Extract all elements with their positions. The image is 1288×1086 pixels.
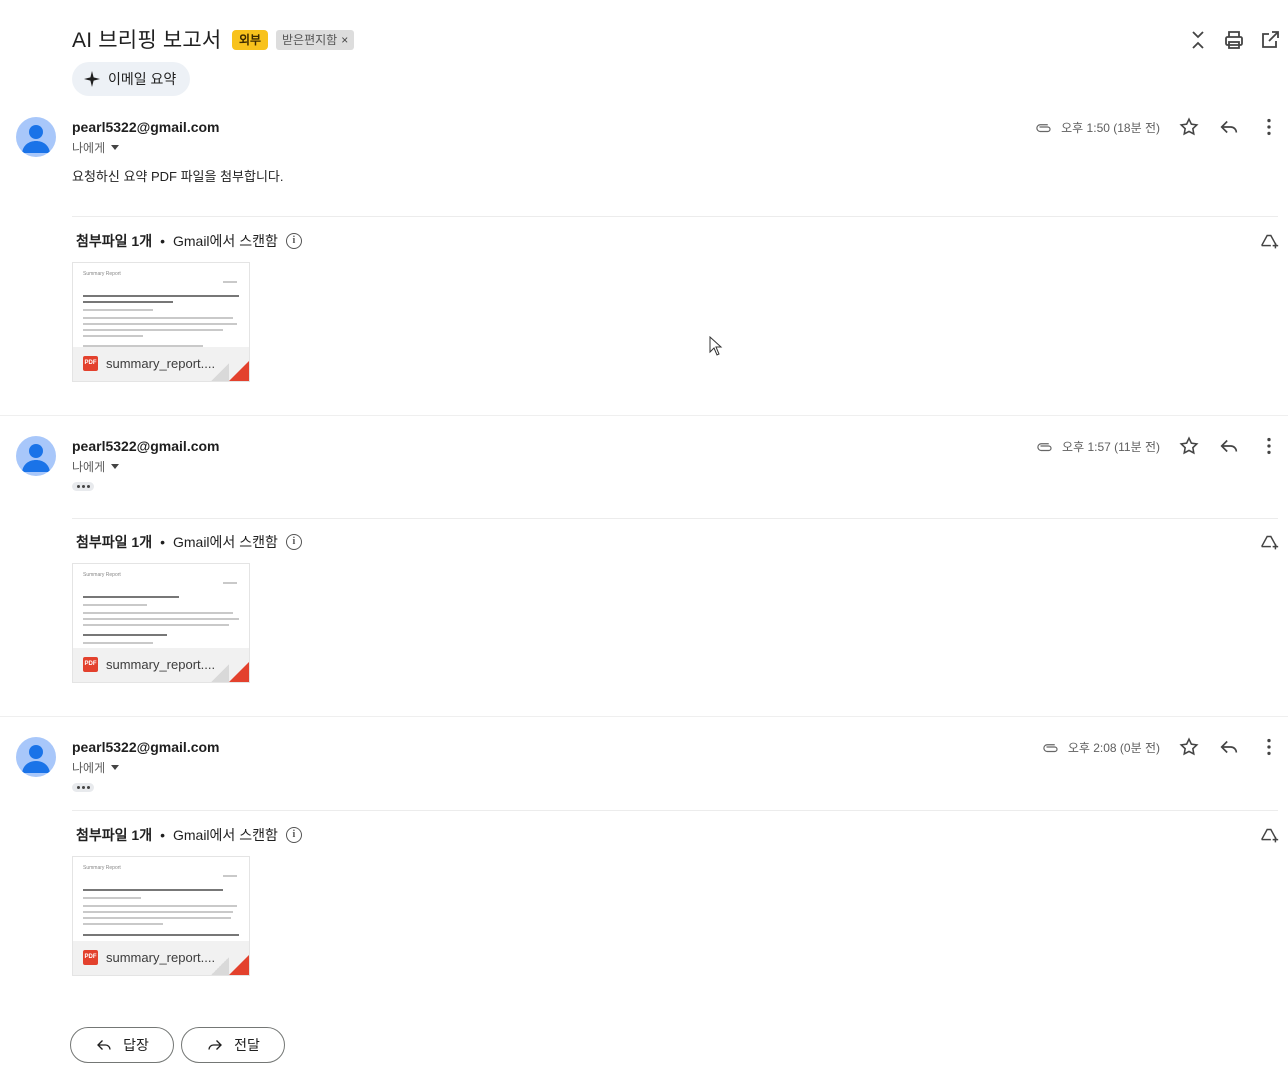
forward-icon: [208, 1040, 223, 1050]
chevron-down-icon: [111, 765, 120, 770]
page-curl: [211, 957, 229, 975]
forward-button[interactable]: 전달: [181, 1027, 285, 1063]
more-vert-icon[interactable]: [1258, 736, 1280, 758]
open-in-new-window-icon[interactable]: [1258, 28, 1282, 52]
attachment-card[interactable]: Summary Report PDF summary_report....: [72, 856, 250, 976]
inbox-label-text: 받은편지함: [282, 33, 338, 47]
reply-button[interactable]: 답장: [70, 1027, 174, 1063]
more-vert-icon[interactable]: [1258, 116, 1280, 138]
star-icon[interactable]: [1178, 116, 1200, 138]
reply-icon: [97, 1040, 111, 1050]
sender-email[interactable]: pearl5322@gmail.com: [72, 739, 220, 755]
thread-subject: AI 브리핑 보고서: [72, 29, 222, 52]
reply-icon[interactable]: [1218, 435, 1240, 457]
bullet: •: [160, 233, 165, 249]
attachment-summary: 첨부파일 1개 • Gmail에서 스캔함 i: [76, 825, 302, 845]
attachment-preview: Summary Report: [73, 564, 249, 648]
pdf-icon: PDF: [83, 657, 98, 672]
bullet: •: [160, 534, 165, 550]
attachment-card[interactable]: Summary Report PDF summary_report....: [72, 563, 250, 683]
summarize-email-label: 이메일 요약: [108, 71, 177, 87]
message-time: 오후 1:57 (11분 전): [1062, 439, 1160, 454]
recipient-details-toggle[interactable]: 나에게: [72, 139, 120, 156]
more-vert-icon[interactable]: [1258, 435, 1280, 457]
recipient-label: 나에게: [72, 761, 106, 775]
paperclip-icon: [1036, 124, 1051, 133]
info-icon[interactable]: i: [285, 827, 302, 843]
recipient-details-toggle[interactable]: 나에게: [72, 759, 120, 776]
attachment-count: 첨부파일 1개: [76, 233, 153, 249]
pdf-icon: PDF: [83, 356, 98, 371]
attachment-preview: Summary Report: [73, 263, 249, 347]
summarize-email-button[interactable]: 이메일 요약: [72, 62, 191, 96]
preview-title: Summary Report: [83, 865, 121, 871]
message-time: 오후 2:08 (0분 전): [1067, 740, 1160, 755]
collapse-all-icon[interactable]: [1186, 28, 1210, 52]
add-to-drive-icon[interactable]: [1258, 230, 1280, 252]
star-icon[interactable]: [1178, 435, 1200, 457]
info-icon[interactable]: i: [285, 233, 302, 249]
avatar[interactable]: [16, 436, 56, 476]
message-meta: 오후 1:50 (18분 전): [1035, 118, 1160, 136]
attachment-file-name: summary_report....: [106, 950, 216, 965]
message-body: 요청하신 요약 PDF 파일을 첨부합니다.: [72, 169, 284, 184]
print-icon[interactable]: [1222, 28, 1246, 52]
message-meta: 오후 2:08 (0분 전): [1042, 738, 1160, 756]
paperclip-icon: [1037, 443, 1052, 452]
divider: [72, 216, 1278, 217]
page-curl: [211, 664, 229, 682]
attachment-card[interactable]: Summary Report PDF summary_report....: [72, 262, 250, 382]
external-label: 외부: [232, 30, 269, 50]
avatar[interactable]: [16, 117, 56, 157]
sender-email[interactable]: pearl5322@gmail.com: [72, 438, 220, 454]
inbox-label[interactable]: 받은편지함 ×: [276, 30, 355, 50]
info-icon[interactable]: i: [285, 534, 302, 550]
chevron-down-icon: [111, 145, 120, 150]
page-curl-corner: [229, 662, 249, 682]
bullet: •: [160, 827, 165, 843]
attachment-file-name: summary_report....: [106, 356, 216, 371]
page-curl-corner: [229, 361, 249, 381]
message-separator: [0, 415, 1288, 416]
forward-button-label: 전달: [234, 1037, 260, 1053]
reply-button-label: 답장: [123, 1037, 149, 1053]
scan-status: Gmail에서 스캔함: [172, 827, 278, 843]
attachment-count: 첨부파일 1개: [76, 827, 153, 843]
add-to-drive-icon[interactable]: [1258, 531, 1280, 553]
paperclip-icon: [1043, 744, 1058, 753]
attachment-summary: 첨부파일 1개 • Gmail에서 스캔함 i: [76, 231, 302, 251]
attachment-summary: 첨부파일 1개 • Gmail에서 스캔함 i: [76, 532, 302, 552]
remove-label-icon[interactable]: ×: [341, 33, 348, 47]
message-time: 오후 1:50 (18분 전): [1061, 120, 1160, 135]
add-to-drive-icon[interactable]: [1258, 824, 1280, 846]
pdf-icon: PDF: [83, 950, 98, 965]
page-curl: [211, 363, 229, 381]
divider: [72, 518, 1278, 519]
message-meta: 오후 1:57 (11분 전): [1036, 437, 1160, 455]
show-trimmed-content-button[interactable]: [72, 783, 94, 792]
chevron-down-icon: [111, 464, 120, 469]
recipient-label: 나에게: [72, 460, 106, 474]
reply-icon[interactable]: [1218, 736, 1240, 758]
recipient-details-toggle[interactable]: 나에게: [72, 458, 120, 475]
attachment-file-name: summary_report....: [106, 657, 216, 672]
recipient-label: 나에게: [72, 141, 106, 155]
show-trimmed-content-button[interactable]: [72, 482, 94, 491]
sender-email[interactable]: pearl5322@gmail.com: [72, 119, 220, 135]
divider: [72, 810, 1278, 811]
reply-icon[interactable]: [1218, 116, 1240, 138]
star-icon[interactable]: [1178, 736, 1200, 758]
attachment-preview: Summary Report: [73, 857, 249, 941]
sparkle-icon: [84, 71, 100, 87]
scan-status: Gmail에서 스캔함: [172, 233, 278, 249]
mouse-cursor-icon: [709, 335, 723, 356]
message-separator: [0, 716, 1288, 717]
preview-title: Summary Report: [83, 572, 121, 578]
page-curl-corner: [229, 955, 249, 975]
avatar[interactable]: [16, 737, 56, 777]
preview-title: Summary Report: [83, 271, 121, 277]
scan-status: Gmail에서 스캔함: [172, 534, 278, 550]
attachment-count: 첨부파일 1개: [76, 534, 153, 550]
